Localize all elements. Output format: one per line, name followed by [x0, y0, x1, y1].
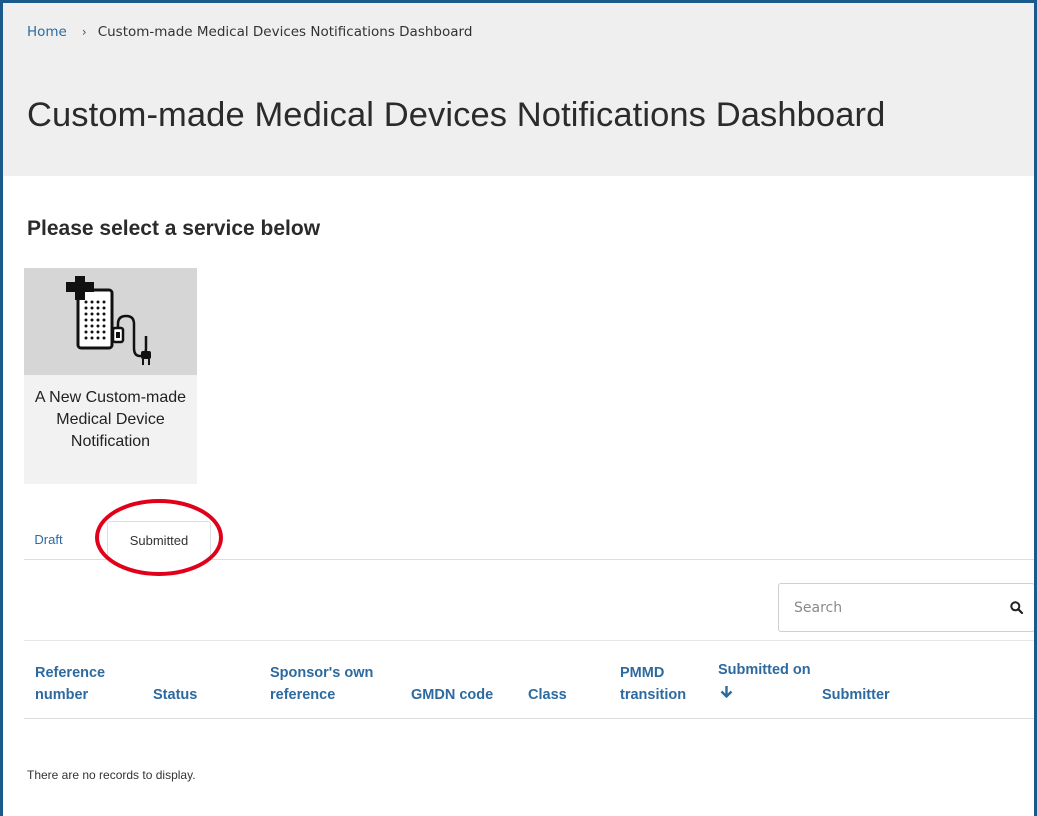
breadcrumb-current: Custom-made Medical Devices Notification… [97, 24, 473, 40]
column-header-pmmd-transition[interactable]: PMMD transition [620, 662, 700, 706]
breadcrumb-home-link[interactable]: Home [27, 24, 67, 40]
medical-device-icon [65, 275, 151, 365]
search-box [778, 583, 1034, 632]
service-tile-label: A New Custom-made Medical Device Notific… [34, 389, 187, 450]
breadcrumb-separator: › [81, 25, 87, 39]
new-notification-service-tile[interactable]: A New Custom-made Medical Device Notific… [24, 268, 197, 484]
column-header-sponsor-reference[interactable]: Sponsor's own reference [270, 662, 400, 706]
breadcrumb: Home › Custom-made Medical Devices Notif… [27, 24, 472, 40]
column-header-submitted-on[interactable]: Submitted on [718, 659, 813, 703]
tab-submitted[interactable]: Submitted [107, 521, 211, 561]
search-icon [1009, 601, 1023, 614]
table-header-row: Reference number Status Sponsor's own re… [24, 659, 1034, 719]
tab-draft[interactable]: Draft [24, 521, 108, 561]
browser-frame: Home › Custom-made Medical Devices Notif… [0, 0, 1037, 816]
column-header-gmdn-code[interactable]: GMDN code [411, 684, 493, 706]
section-title: Please select a service below [27, 217, 321, 240]
notification-tabs: Draft Submitted [24, 521, 1034, 561]
column-header-submitted-on-label: Submitted on [718, 662, 811, 678]
toolbar-divider [24, 640, 1034, 641]
column-header-class[interactable]: Class [528, 684, 567, 706]
empty-table-message: There are no records to display. [27, 768, 196, 782]
arrow-down-icon [720, 686, 733, 698]
tab-draft-label: Draft [34, 532, 63, 547]
search-input[interactable] [779, 584, 998, 631]
column-header-reference-number[interactable]: Reference number [35, 662, 130, 706]
page-header: Home › Custom-made Medical Devices Notif… [3, 3, 1034, 176]
page-title: Custom-made Medical Devices Notification… [27, 96, 886, 134]
tab-submitted-label: Submitted [129, 533, 189, 548]
service-tile-image [24, 268, 197, 375]
search-button[interactable] [998, 584, 1034, 631]
column-header-submitter[interactable]: Submitter [822, 684, 890, 706]
column-header-status[interactable]: Status [153, 684, 197, 706]
